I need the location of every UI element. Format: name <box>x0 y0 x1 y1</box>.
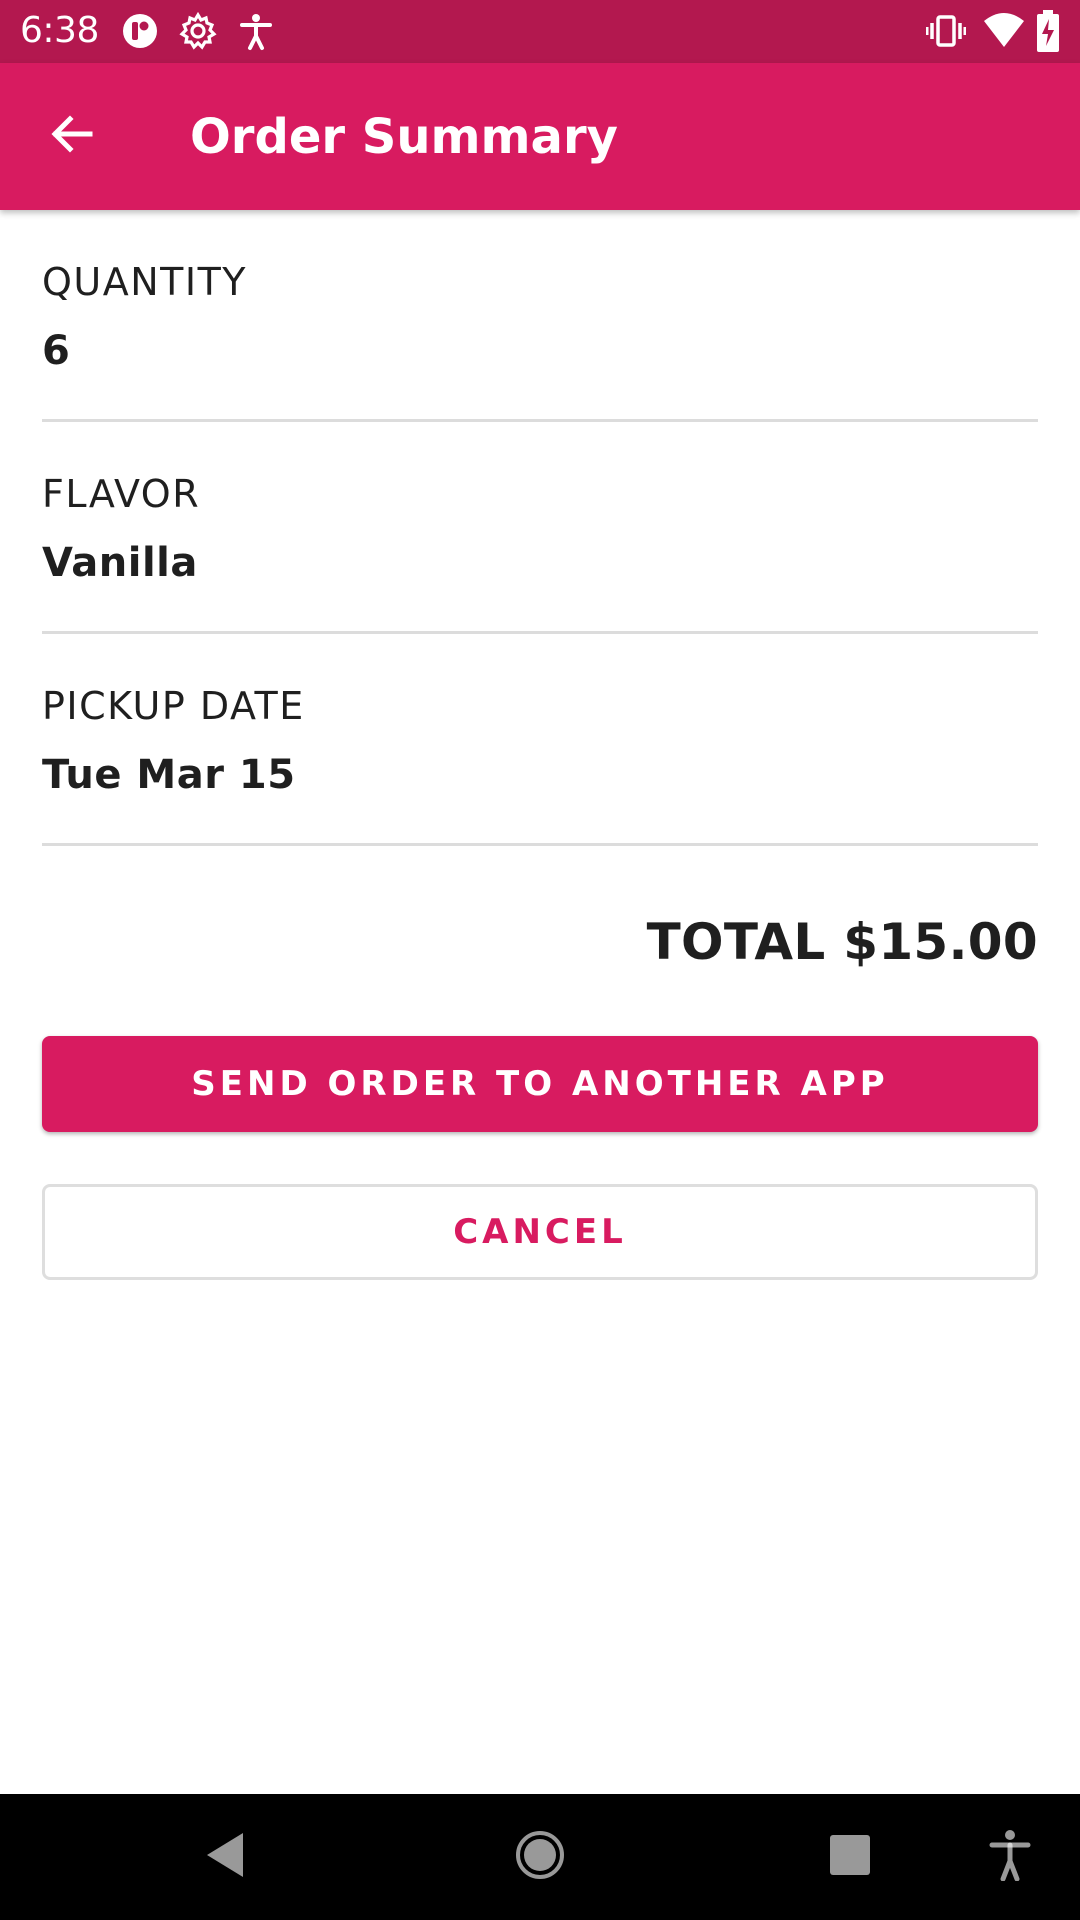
wifi-icon <box>982 11 1026 55</box>
cancel-button[interactable]: CANCEL <box>42 1184 1038 1280</box>
home-circle-icon <box>514 1829 566 1885</box>
flavor-row: FLAVOR Vanilla <box>42 422 1038 634</box>
pickup-date-row: PICKUP DATE Tue Mar 15 <box>42 634 1038 846</box>
system-nav-bar <box>0 1794 1080 1920</box>
pickup-date-value: Tue Mar 15 <box>42 752 296 798</box>
recents-square-icon <box>829 1834 871 1880</box>
flavor-label: FLAVOR <box>42 472 201 516</box>
battery-charging-icon <box>1036 9 1060 57</box>
page-title: Order Summary <box>190 109 618 165</box>
quantity-row: QUANTITY 6 <box>42 210 1038 422</box>
vibrate-icon <box>925 11 967 55</box>
order-summary-content: QUANTITY 6 FLAVOR Vanilla PICKUP DATE Tu… <box>42 210 1038 1280</box>
back-triangle-icon <box>203 1831 247 1883</box>
accessibility-icon <box>236 11 276 55</box>
app-bar: Order Summary <box>0 63 1080 210</box>
send-order-button[interactable]: SEND ORDER TO ANOTHER APP <box>42 1036 1038 1132</box>
app-logo-icon <box>120 11 160 55</box>
status-time: 6:38 <box>20 10 99 51</box>
flavor-value: Vanilla <box>42 540 198 586</box>
settings-gear-icon <box>178 11 218 55</box>
pickup-date-label: PICKUP DATE <box>42 684 305 728</box>
status-bar: 6:38 <box>0 0 1080 63</box>
nav-home-button[interactable] <box>505 1822 575 1892</box>
back-button[interactable] <box>32 104 112 168</box>
quantity-label: QUANTITY <box>42 260 247 304</box>
accessibility-icon <box>988 1829 1032 1885</box>
order-total: TOTAL $15.00 <box>646 913 1038 971</box>
quantity-value: 6 <box>42 328 71 374</box>
arrow-back-icon <box>48 110 96 162</box>
nav-back-button[interactable] <box>190 1822 260 1892</box>
nav-accessibility-button[interactable] <box>975 1822 1045 1892</box>
nav-recents-button[interactable] <box>815 1822 885 1892</box>
